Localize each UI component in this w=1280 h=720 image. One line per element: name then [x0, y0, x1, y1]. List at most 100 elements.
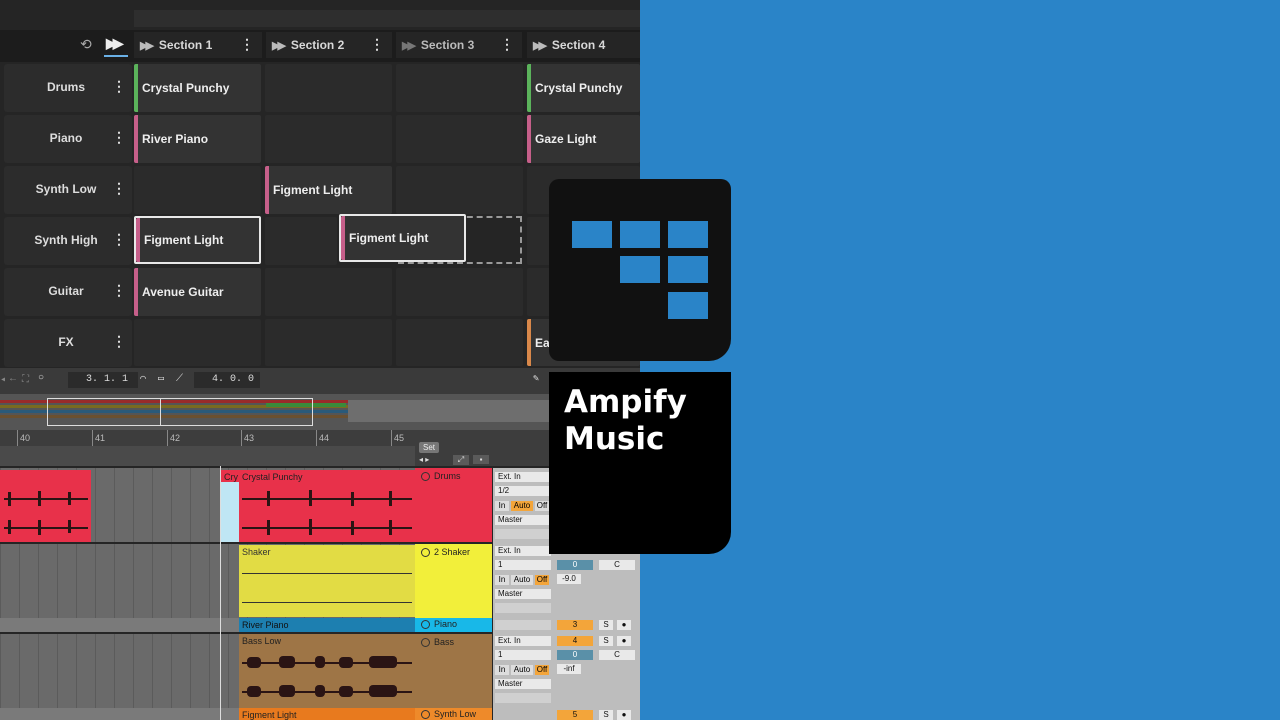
clip-slot[interactable]	[265, 319, 392, 366]
session-clip[interactable]: Crystal Punchy	[134, 64, 261, 112]
curve-icon[interactable]: ⌒	[140, 373, 146, 385]
left-arrow-icon[interactable]: ←	[10, 374, 16, 385]
scene-section-3[interactable]: ▶▶ Section 3 ⋮	[396, 32, 522, 58]
monitor-off-button[interactable]: Off	[535, 665, 549, 675]
input-channel-select[interactable]: 1	[495, 650, 551, 660]
audio-clip[interactable]	[0, 470, 91, 542]
loop-icon[interactable]: ⟲	[80, 36, 92, 53]
solo-button[interactable]: S	[599, 636, 613, 646]
pan-field[interactable]: C	[599, 650, 635, 660]
track-header-drums[interactable]: Drums ⋮	[4, 64, 132, 112]
arm-icon[interactable]: ●	[617, 636, 631, 646]
clip-slot[interactable]	[396, 115, 523, 163]
monitor-icon[interactable]: ▭	[158, 373, 164, 385]
monitor-off-button[interactable]: Off	[535, 501, 549, 511]
track-header-synth-low[interactable]: Synth Low ⋮	[4, 166, 132, 214]
track-header-drums[interactable]: Drums	[415, 468, 492, 542]
arrangement-overview[interactable]	[0, 394, 640, 430]
fold-icon[interactable]	[421, 548, 430, 558]
overview-selection[interactable]	[47, 398, 313, 426]
input-type-select[interactable]: Ext. In	[495, 472, 551, 482]
set-button[interactable]: Set	[419, 442, 440, 453]
input-channel-select[interactable]: 1/2	[495, 486, 551, 496]
scene-section-2[interactable]: ▶▶ Section 2 ⋮	[266, 32, 392, 58]
monitor-in-button[interactable]: In	[495, 665, 509, 675]
scene-section-1[interactable]: ▶▶ Section 1 ⋮	[134, 32, 262, 58]
arm-icon[interactable]: ●	[617, 620, 631, 630]
solo-button[interactable]: S	[599, 620, 613, 630]
input-channel-select[interactable]: 1	[495, 560, 551, 570]
track-header-synth-low[interactable]: Synth Low	[415, 708, 492, 720]
track-activator-4[interactable]: 4	[557, 636, 593, 646]
clip-slot[interactable]	[134, 319, 261, 366]
track-header-shaker[interactable]: 2 Shaker	[415, 544, 492, 618]
fit-icon[interactable]: ⛶	[22, 374, 29, 386]
clip-slot[interactable]	[396, 166, 523, 214]
session-clip[interactable]: Figment Light	[265, 166, 392, 214]
expand-icon[interactable]: ⤢	[453, 455, 469, 465]
track-header-fx[interactable]: FX ⋮	[4, 319, 132, 367]
track-activator-5[interactable]: 5	[557, 710, 593, 720]
track-activator-3[interactable]: 3	[557, 620, 593, 630]
loop-start-field[interactable]: 3. 1. 1	[68, 372, 138, 388]
monitor-in-button[interactable]: In	[495, 575, 509, 585]
track-header-synth-high[interactable]: Synth High ⋮	[4, 217, 132, 265]
session-clip[interactable]: Avenue Guitar	[134, 268, 261, 316]
track-header-piano[interactable]: Piano	[415, 618, 492, 632]
session-clip-selected[interactable]: Figment Light	[134, 216, 261, 264]
track-menu-icon[interactable]: ⋮	[112, 282, 126, 299]
fold-icon[interactable]	[421, 638, 430, 648]
clip-slot[interactable]	[134, 166, 261, 214]
session-clip[interactable]: River Piano	[134, 115, 261, 163]
ramp-icon[interactable]: ⟋	[176, 373, 183, 385]
scene-section-4[interactable]: ▶▶ Section 4	[527, 32, 640, 58]
track-menu-icon[interactable]: ⋮	[112, 333, 126, 350]
piano-io-slot[interactable]	[495, 620, 551, 630]
output-select[interactable]: Master	[495, 515, 551, 525]
locator-bar[interactable]	[0, 446, 415, 466]
clip-slot[interactable]	[265, 217, 337, 265]
scene-launch-icon[interactable]: ▶▶	[140, 39, 154, 52]
scene-menu-icon[interactable]: ⋮	[370, 36, 384, 53]
arm-icon[interactable]: ●	[617, 710, 631, 720]
audio-clip[interactable]: Figment Light	[239, 708, 415, 720]
monitor-off-button[interactable]: Off	[535, 575, 549, 585]
pan-zero-field[interactable]: 0	[557, 560, 593, 570]
track-menu-icon[interactable]: ⋮	[112, 129, 126, 146]
session-clip[interactable]: Crystal Punchy	[527, 64, 640, 112]
fold-icon[interactable]	[421, 472, 430, 482]
monitor-auto-button[interactable]: Auto	[511, 501, 533, 511]
prev-locator-icon[interactable]: ◂ ▸	[419, 455, 429, 464]
scene-menu-icon[interactable]: ⋮	[240, 36, 254, 53]
track-header-guitar[interactable]: Guitar ⋮	[4, 268, 132, 316]
scene-launch-icon[interactable]: ▶▶	[402, 39, 416, 52]
volume-field[interactable]: -9.0	[557, 574, 581, 584]
monitor-auto-button[interactable]: Auto	[511, 665, 533, 675]
clip-slot[interactable]	[396, 268, 523, 316]
output-select[interactable]: Master	[495, 679, 551, 689]
monitor-in-button[interactable]: In	[495, 501, 509, 511]
session-clip[interactable]: Gaze Light	[527, 115, 640, 163]
back-icon[interactable]: ◂	[0, 374, 6, 386]
audio-clip[interactable]: Bass Low	[239, 634, 415, 708]
scene-menu-icon[interactable]: ⋮	[500, 36, 514, 53]
scene-launch-icon[interactable]: ▶▶	[272, 39, 286, 52]
audio-clip-selected[interactable]: Cry	[221, 470, 239, 542]
solo-button[interactable]: S	[599, 710, 613, 720]
track-menu-icon[interactable]: ⋮	[112, 78, 126, 95]
scene-launch-icon[interactable]: ▶▶	[533, 39, 547, 52]
track-menu-icon[interactable]: ⋮	[112, 231, 126, 248]
pan-zero-field[interactable]: 0	[557, 650, 593, 660]
audio-clip[interactable]: River Piano	[239, 618, 415, 632]
clip-slot[interactable]	[396, 64, 523, 112]
clip-slot[interactable]	[396, 319, 523, 366]
output-channel-select[interactable]	[495, 603, 551, 613]
clip-slot[interactable]	[265, 268, 392, 316]
loop-length-field[interactable]: 4. 0. 0	[194, 372, 260, 388]
fold-icon[interactable]	[421, 710, 430, 720]
volume-field[interactable]: -inf	[557, 664, 581, 674]
output-channel-select[interactable]	[495, 529, 551, 539]
audio-clip[interactable]: Crystal Punchy	[239, 470, 415, 542]
clip-slot[interactable]	[265, 115, 392, 163]
pencil-icon[interactable]: ✎	[533, 373, 539, 385]
